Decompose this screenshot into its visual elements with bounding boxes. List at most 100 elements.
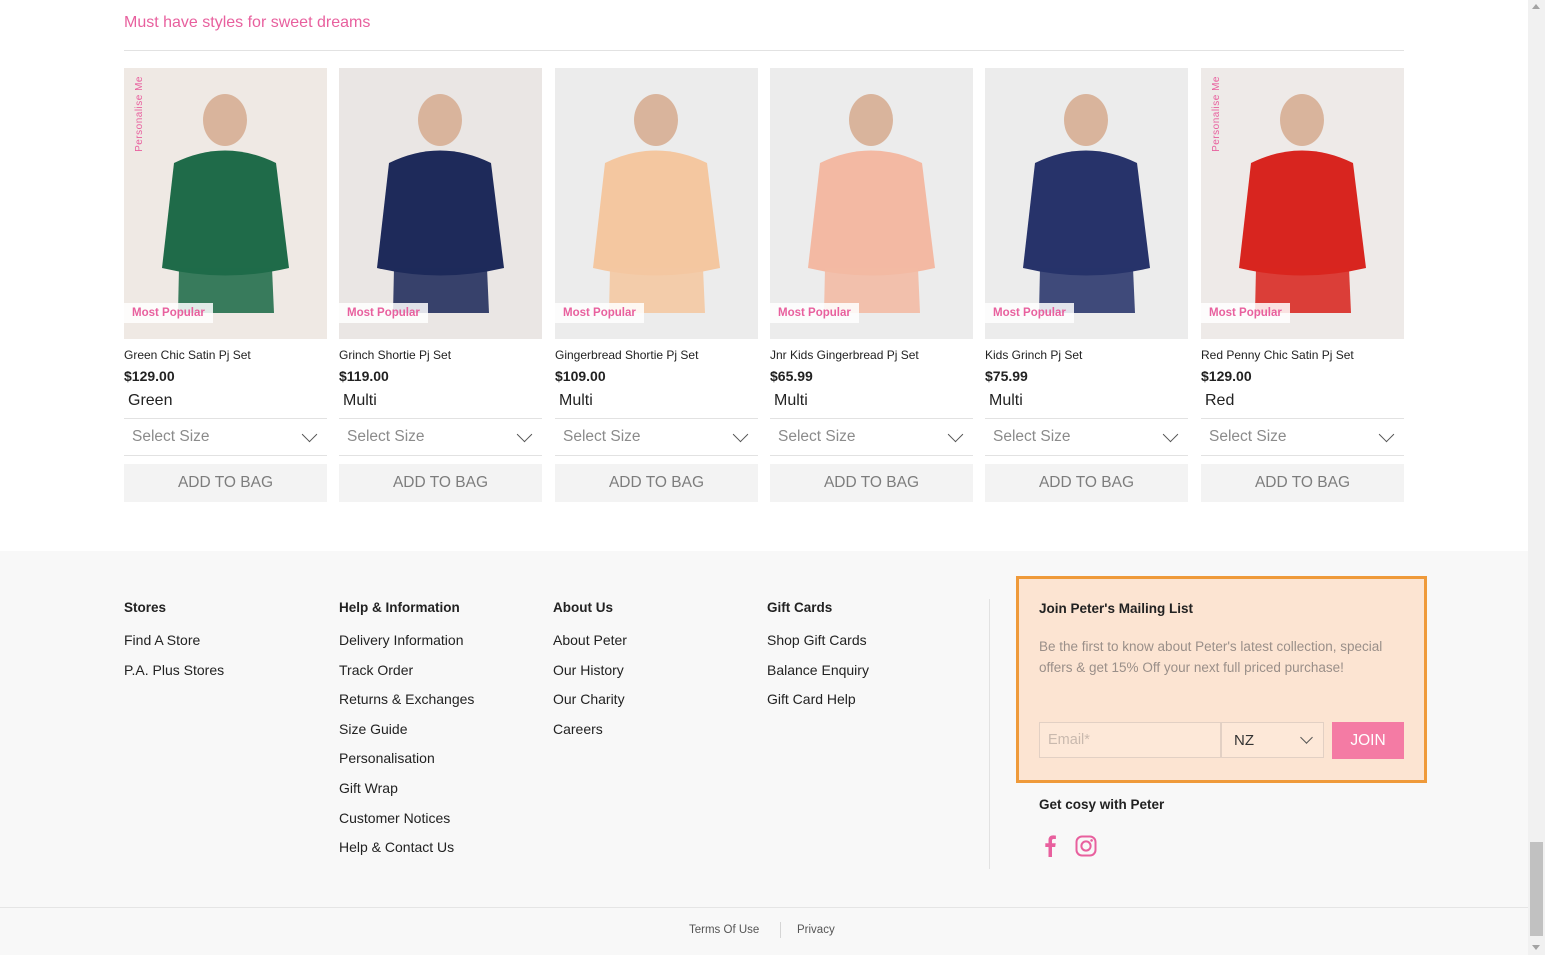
- product-name[interactable]: Kids Grinch Pj Set: [985, 348, 1188, 363]
- join-button[interactable]: JOIN: [1332, 722, 1404, 759]
- product-name[interactable]: Green Chic Satin Pj Set: [124, 348, 327, 363]
- footer-column-stores: Stores Find A Store P.A. Plus Stores: [124, 600, 224, 690]
- footer-link-careers[interactable]: Careers: [553, 720, 627, 750]
- product-carousel: Personalise Me Most Popular Green Chic S…: [124, 68, 1404, 508]
- footer-column-about: About Us About Peter Our History Our Cha…: [553, 600, 627, 749]
- footer-link-delivery[interactable]: Delivery Information: [339, 631, 474, 661]
- add-to-bag-button[interactable]: ADD TO BAG: [124, 464, 327, 502]
- footer-link-about-peter[interactable]: About Peter: [553, 631, 627, 661]
- product-name[interactable]: Gingerbread Shortie Pj Set: [555, 348, 758, 363]
- product-colour: Green: [128, 392, 173, 409]
- product-price: $109.00: [555, 368, 606, 384]
- add-to-bag-button[interactable]: ADD TO BAG: [770, 464, 973, 502]
- most-popular-badge: Most Popular: [985, 303, 1074, 323]
- product-colour: Multi: [559, 392, 593, 409]
- product-price: $119.00: [339, 368, 389, 384]
- product-image[interactable]: Personalise Me Most Popular: [1201, 68, 1404, 339]
- size-select-placeholder: Select Size: [132, 428, 210, 445]
- personalise-label: Personalise Me: [134, 76, 145, 152]
- footer-link-gift-wrap[interactable]: Gift Wrap: [339, 779, 474, 809]
- product-card[interactable]: Personalise Me Most Popular Green Chic S…: [124, 68, 327, 502]
- product-name[interactable]: Grinch Shortie Pj Set: [339, 348, 542, 363]
- size-select[interactable]: Select Size: [770, 418, 973, 456]
- product-colour: Multi: [774, 392, 808, 409]
- chevron-down-icon: [1300, 731, 1313, 744]
- size-select[interactable]: Select Size: [555, 418, 758, 456]
- product-card[interactable]: Most Popular Jnr Kids Gingerbread Pj Set…: [770, 68, 973, 502]
- footer-heading: Gift Cards: [767, 600, 833, 615]
- footer-link-balance-enquiry[interactable]: Balance Enquiry: [767, 661, 869, 691]
- scroll-up-arrow-icon[interactable]: [1532, 4, 1540, 9]
- footer-link-returns[interactable]: Returns & Exchanges: [339, 690, 474, 720]
- footer-link-shop-gift-cards[interactable]: Shop Gift Cards: [767, 631, 869, 661]
- footer-column-gift-cards: Gift Cards Shop Gift Cards Balance Enqui…: [767, 600, 869, 720]
- add-to-bag-button[interactable]: ADD TO BAG: [555, 464, 758, 502]
- facebook-icon[interactable]: [1039, 835, 1061, 857]
- footer-bottom-divider: [0, 907, 1528, 908]
- footer-link-customer-notices[interactable]: Customer Notices: [339, 809, 474, 839]
- chevron-down-icon: [301, 426, 318, 442]
- size-select-placeholder: Select Size: [563, 428, 641, 445]
- footer-link-size-guide[interactable]: Size Guide: [339, 720, 474, 750]
- size-select[interactable]: Select Size: [339, 418, 542, 456]
- product-card[interactable]: Personalise Me Most Popular Red Penny Ch…: [1201, 68, 1404, 502]
- instagram-icon[interactable]: [1075, 835, 1097, 857]
- add-to-bag-button[interactable]: ADD TO BAG: [985, 464, 1188, 502]
- product-photo-illustration: [985, 68, 1188, 339]
- product-card[interactable]: Most Popular Gingerbread Shortie Pj Set …: [555, 68, 758, 502]
- product-card[interactable]: Most Popular Kids Grinch Pj Set $75.99 M…: [985, 68, 1188, 502]
- footer-link-find-a-store[interactable]: Find A Store: [124, 631, 224, 661]
- scroll-down-arrow-icon[interactable]: [1532, 945, 1540, 950]
- product-image[interactable]: Personalise Me Most Popular: [124, 68, 327, 339]
- footer-link-personalisation[interactable]: Personalisation: [339, 749, 474, 779]
- mailing-list-panel: Join Peter's Mailing List Be the first t…: [1016, 576, 1427, 783]
- chevron-down-icon: [732, 426, 749, 442]
- chevron-down-icon: [1162, 426, 1179, 442]
- footer-link-our-history[interactable]: Our History: [553, 661, 627, 691]
- product-price: $65.99: [770, 368, 813, 384]
- footer: Stores Find A Store P.A. Plus Stores Hel…: [0, 551, 1528, 955]
- footer-column-help: Help & Information Delivery Information …: [339, 600, 474, 868]
- product-photo-illustration: [770, 68, 973, 339]
- product-colour: Red: [1205, 392, 1235, 409]
- product-image[interactable]: Most Popular: [555, 68, 758, 339]
- privacy-link[interactable]: Privacy: [797, 924, 835, 936]
- product-photo-illustration: [555, 68, 758, 339]
- add-to-bag-button[interactable]: ADD TO BAG: [1201, 464, 1404, 502]
- add-to-bag-button[interactable]: ADD TO BAG: [339, 464, 542, 502]
- footer-link-pa-plus-stores[interactable]: P.A. Plus Stores: [124, 661, 224, 691]
- product-image[interactable]: Most Popular: [339, 68, 542, 339]
- size-select[interactable]: Select Size: [124, 418, 327, 456]
- product-image[interactable]: Most Popular: [985, 68, 1188, 339]
- mailing-list-description: Be the first to know about Peter's lates…: [1039, 639, 1383, 675]
- size-select-placeholder: Select Size: [1209, 428, 1287, 445]
- product-colour: Multi: [343, 392, 377, 409]
- country-select-value: NZ: [1234, 731, 1254, 749]
- size-select[interactable]: Select Size: [985, 418, 1188, 456]
- chevron-down-icon: [947, 426, 964, 442]
- footer-link-gift-card-help[interactable]: Gift Card Help: [767, 690, 869, 720]
- product-image[interactable]: Most Popular: [770, 68, 973, 339]
- footer-heading: Stores: [124, 600, 167, 615]
- mailing-list-heading: Join Peter's Mailing List: [1039, 601, 1193, 616]
- size-select[interactable]: Select Size: [1201, 418, 1404, 456]
- country-select[interactable]: NZ: [1221, 722, 1324, 758]
- most-popular-badge: Most Popular: [1201, 303, 1290, 323]
- product-name[interactable]: Jnr Kids Gingerbread Pj Set: [770, 348, 973, 363]
- email-field[interactable]: [1039, 722, 1221, 758]
- footer-heading: Help & Information: [339, 600, 460, 615]
- footer-link-track-order[interactable]: Track Order: [339, 661, 474, 691]
- product-name[interactable]: Red Penny Chic Satin Pj Set: [1201, 348, 1404, 363]
- chevron-down-icon: [1378, 426, 1395, 442]
- personalise-label: Personalise Me: [1211, 76, 1222, 152]
- footer-link-our-charity[interactable]: Our Charity: [553, 690, 627, 720]
- product-card[interactable]: Most Popular Grinch Shortie Pj Set $119.…: [339, 68, 542, 502]
- page-scrollbar[interactable]: [1528, 0, 1545, 955]
- footer-link-help-contact[interactable]: Help & Contact Us: [339, 838, 474, 868]
- section-title: Must have styles for sweet dreams: [124, 14, 371, 31]
- footer-heading: About Us: [553, 600, 613, 615]
- product-photo-illustration: [339, 68, 542, 339]
- chevron-down-icon: [516, 426, 533, 442]
- scrollbar-thumb[interactable]: [1530, 842, 1543, 936]
- terms-link[interactable]: Terms Of Use: [689, 924, 759, 936]
